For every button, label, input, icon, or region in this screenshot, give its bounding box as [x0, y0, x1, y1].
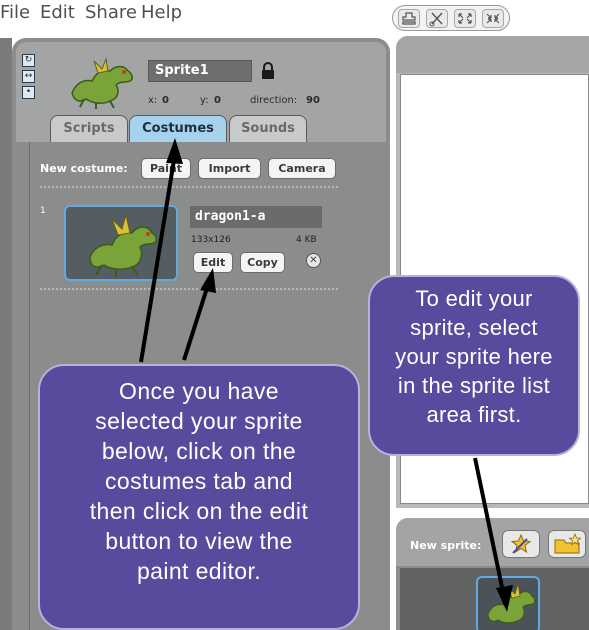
menu-edit[interactable]: Edit: [40, 2, 75, 23]
costume-name-field[interactable]: dragon1-a: [190, 206, 322, 228]
callout-line: To edit your: [415, 286, 533, 311]
sprite-name-field[interactable]: Sprite1: [148, 60, 252, 82]
tab-sounds[interactable]: Sounds: [229, 115, 307, 143]
callout-line: below, click on the: [101, 438, 297, 464]
scroll-strip: [0, 38, 12, 630]
costume-thumbnail[interactable]: [64, 205, 178, 281]
tab-costumes[interactable]: Costumes: [129, 115, 227, 143]
costume-file-size: 4 KB: [296, 235, 317, 245]
callout-line: selected your sprite: [95, 408, 303, 434]
y-value: 0: [214, 95, 221, 106]
camera-button[interactable]: Camera: [268, 158, 336, 179]
divider: [40, 186, 338, 188]
callout-line: button to view the: [105, 528, 293, 554]
stage-header: [396, 36, 589, 73]
choose-new-sprite-button[interactable]: [548, 530, 586, 558]
sprite-list-dragon-image: [487, 583, 536, 624]
callout-line: area first.: [426, 402, 522, 427]
shrink-icon[interactable]: [482, 9, 504, 28]
new-costume-label: New costume:: [40, 162, 128, 175]
costume-dragon-image: [89, 214, 157, 277]
callout-line: paint editor.: [136, 558, 262, 584]
menu-share[interactable]: Share: [85, 2, 137, 23]
import-button[interactable]: Import: [198, 158, 261, 179]
new-sprite-label: New sprite:: [410, 539, 482, 552]
callout-sprite-list-instructions: To edit your sprite, select your sprite …: [368, 275, 580, 456]
callout-line: sprite, select: [410, 315, 538, 340]
grow-icon[interactable]: [454, 9, 476, 28]
tab-scripts[interactable]: Scripts: [50, 115, 128, 143]
callout-line: costumes tab and: [105, 468, 293, 494]
delete-costume-icon[interactable]: ✕: [306, 253, 321, 268]
x-value: 0: [162, 95, 169, 106]
y-label: y:: [200, 95, 209, 106]
no-rotate-icon[interactable]: •: [22, 86, 35, 99]
rotate-free-icon[interactable]: ↻: [22, 54, 35, 67]
lock-icon[interactable]: [261, 62, 275, 80]
folder-star-icon: [554, 532, 582, 554]
copy-button[interactable]: Copy: [240, 252, 285, 273]
divider: [40, 288, 338, 290]
paintbrush-star-icon: [510, 533, 532, 554]
menu-help[interactable]: Help: [141, 2, 182, 23]
callout-costumes-instructions: Once you have selected your sprite below…: [38, 364, 360, 630]
menu-bar: File Edit Share Help: [0, 0, 589, 34]
x-label: x:: [148, 95, 158, 106]
callout-line: in the sprite list: [397, 373, 551, 398]
stage-tools: [392, 5, 510, 31]
paint-button[interactable]: Paint: [141, 158, 191, 179]
callout-line: your sprite here: [395, 344, 553, 369]
costume-index: 1: [40, 206, 46, 216]
edit-button[interactable]: Edit: [193, 252, 233, 273]
costume-dimensions: 133x126: [191, 235, 231, 245]
direction-label: direction:: [250, 95, 298, 106]
menu-file[interactable]: File: [0, 2, 30, 23]
cut-icon[interactable]: [426, 9, 448, 28]
flip-left-right-icon[interactable]: ↔: [22, 70, 35, 83]
sprite-list-item[interactable]: [476, 576, 540, 630]
callout-line: Once you have: [119, 378, 279, 404]
callout-line: then click on the edit: [89, 498, 309, 524]
paint-new-sprite-button[interactable]: [502, 530, 540, 558]
sprite-dragon-image: [71, 57, 133, 109]
direction-value: 90: [306, 95, 320, 106]
stamp-icon[interactable]: [398, 9, 420, 28]
